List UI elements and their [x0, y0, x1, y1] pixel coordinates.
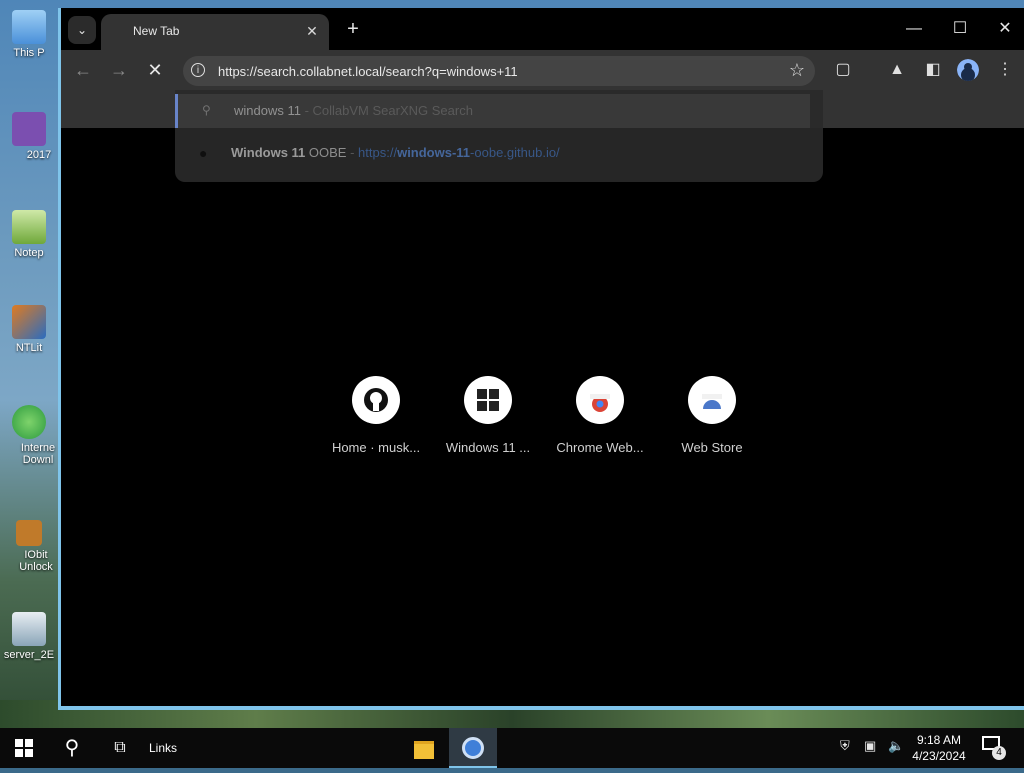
desktop-icon-label: NTLit — [15, 342, 43, 354]
desktop-icon-label: IObit Unlock — [19, 549, 53, 573]
notification-badge: 4 — [992, 746, 1006, 760]
side-panel-icon[interactable]: ◧ — [919, 56, 947, 84]
network-icon[interactable]: ▣ — [864, 738, 876, 754]
internet-download-icon — [12, 405, 46, 439]
task-view-button[interactable]: ⧉ — [106, 728, 134, 768]
github-icon — [352, 376, 400, 424]
volume-muted-icon[interactable]: 🔈 — [888, 738, 904, 754]
desktop-icon-label: server_2E — [3, 649, 55, 661]
ntlite-icon — [12, 305, 46, 339]
iobit-unlocker-icon — [16, 520, 42, 546]
clock-time: 9:18 AM — [916, 733, 962, 747]
tab-new-tab[interactable]: New Tab ✕ — [101, 14, 329, 50]
desktop-icon-label: Notep — [14, 247, 44, 259]
tab-search-button[interactable]: ⌄ — [68, 16, 96, 44]
notepad-icon — [12, 210, 46, 244]
this-pc-icon — [12, 10, 46, 44]
search-icon: ⚲ — [64, 737, 80, 759]
web-store-icon — [688, 376, 736, 424]
chrome-taskbar-button[interactable] — [449, 728, 497, 768]
shortcut-label: Home · musk... — [331, 440, 421, 455]
toolbar: ← → ✕ i https://search.collabnet.local/s… — [61, 50, 1024, 90]
notification-center-button[interactable]: 4 — [982, 736, 1006, 760]
tab-title: New Tab — [133, 24, 180, 38]
shortcut-label: Chrome Web... — [556, 440, 644, 455]
suggestion-history[interactable]: ● Windows 11 OOBE - https://windows-11-o… — [175, 136, 823, 170]
links-toolbar[interactable]: Links — [146, 728, 180, 768]
address-bar[interactable]: i https://search.collabnet.local/search?… — [183, 56, 815, 86]
security-shield-icon[interactable]: ⛨ — [840, 738, 850, 754]
close-window-button[interactable]: ✕ — [982, 14, 1024, 44]
windows-icon — [464, 376, 512, 424]
new-tab-page: Home · musk... Windows 11 ... Chrome Web… — [61, 128, 1024, 706]
clock-date: 4/23/2024 — [912, 749, 966, 763]
labs-flask-icon[interactable]: ▲ — [883, 56, 911, 84]
desktop-icon-ntlite[interactable]: NTLit — [2, 305, 56, 354]
new-tab-button[interactable]: + — [341, 18, 365, 42]
chevron-down-icon: ⌄ — [76, 23, 88, 37]
menu-more-icon[interactable]: ⋮ — [991, 56, 1019, 84]
shortcut-label: Web Store — [681, 440, 743, 455]
bookmark-star-icon[interactable]: ☆ — [789, 60, 805, 81]
clock[interactable]: 9:18 AM 4/23/2024 — [912, 732, 966, 764]
chrome-icon — [462, 737, 484, 759]
search-icon: ⚲ — [202, 103, 211, 117]
server-file-icon — [12, 612, 46, 646]
shortcut-chrome-web[interactable]: Chrome Web... — [545, 376, 655, 455]
suggestion-text: Windows 11 OOBE - https://windows-11-oob… — [231, 145, 560, 160]
address-url[interactable]: https://search.collabnet.local/search?q=… — [218, 64, 518, 79]
omnibox-suggestions: ⚲ windows 11 - CollabVM SearXNG Search ●… — [175, 90, 823, 182]
task-view-icon: ⧉ — [114, 739, 126, 756]
desktop-icon-idm[interactable]: Interne Downl — [2, 405, 56, 466]
shortcut-label: Windows 11 ... — [445, 440, 531, 455]
shortcut-github[interactable]: Home · musk... — [321, 376, 431, 455]
tab-strip: ⌄ New Tab ✕ + — ☐ ✕ — [61, 8, 1024, 50]
stop-loading-button[interactable]: ✕ — [141, 56, 169, 84]
github-favicon-icon: ● — [199, 145, 208, 161]
desktop-icon-notepad[interactable]: Notep — [2, 210, 56, 259]
desktop-icon-this-pc[interactable]: This P — [2, 10, 56, 59]
tab-close-icon[interactable]: ✕ — [303, 22, 321, 40]
desktop-icon-label: Interne Downl — [20, 442, 56, 466]
maximize-button[interactable]: ☐ — [937, 14, 983, 44]
minimize-button[interactable]: — — [891, 14, 937, 44]
start-button[interactable] — [10, 728, 38, 768]
desktop-icon-iobit[interactable]: IObit Unlock — [2, 520, 56, 573]
desktop-icon-server[interactable]: server_2E — [2, 612, 56, 661]
site-info-icon[interactable]: i — [191, 63, 205, 77]
forward-button[interactable]: → — [105, 56, 133, 84]
extensions-icon[interactable]: ▢ — [829, 56, 857, 84]
windows-logo-icon — [15, 739, 33, 757]
profile-avatar-icon[interactable] — [957, 59, 979, 81]
chrome-icon — [576, 376, 624, 424]
suggestion-text: windows 11 - CollabVM SearXNG Search — [234, 103, 473, 118]
shortcut-web-store[interactable]: Web Store — [657, 376, 767, 455]
visual-studio-icon — [12, 112, 46, 146]
desktop-icon-label: This P — [13, 47, 45, 59]
desktop-icon-label: 2017 — [26, 149, 52, 161]
desktop-icon-visual-studio[interactable]: 2017 — [2, 112, 56, 161]
file-explorer-button[interactable] — [410, 728, 438, 768]
folder-icon — [414, 741, 434, 759]
shortcut-windows-11[interactable]: Windows 11 ... — [433, 376, 543, 455]
chrome-window: ⌄ New Tab ✕ + — ☐ ✕ ← → ✕ i https://sear… — [58, 8, 1024, 710]
taskbar: ⚲ ⧉ Links ⛨ ▣ 🔈 9:18 AM 4/23/2024 4 — [0, 728, 1024, 768]
suggestion-search[interactable]: ⚲ windows 11 - CollabVM SearXNG Search — [175, 94, 810, 128]
search-button[interactable]: ⚲ — [58, 728, 86, 768]
back-button[interactable]: ← — [69, 56, 97, 84]
